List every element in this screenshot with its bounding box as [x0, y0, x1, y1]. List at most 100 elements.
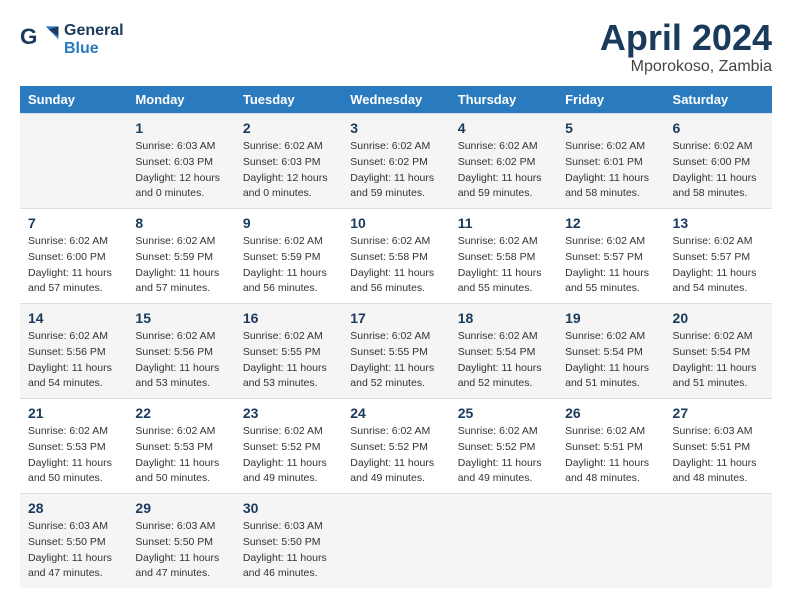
table-row: 3 Sunrise: 6:02 AMSunset: 6:02 PMDaylight…	[342, 114, 449, 209]
day-info: Sunrise: 6:02 AMSunset: 5:54 PMDaylight:…	[458, 329, 549, 392]
day-number: 23	[243, 405, 334, 421]
day-number: 12	[565, 215, 656, 231]
day-number: 18	[458, 310, 549, 326]
col-friday: Friday	[557, 86, 664, 114]
day-info: Sunrise: 6:02 AMSunset: 6:00 PMDaylight:…	[28, 234, 119, 297]
col-sunday: Sunday	[20, 86, 127, 114]
day-number: 30	[243, 500, 334, 516]
day-number: 1	[135, 120, 226, 136]
day-number: 13	[673, 215, 764, 231]
table-row: 29Sunrise: 6:03 AMSunset: 5:50 PMDayligh…	[127, 494, 234, 589]
day-number: 3	[350, 120, 441, 136]
day-number: 10	[350, 215, 441, 231]
day-number: 20	[673, 310, 764, 326]
calendar-week-row: 14 Sunrise: 6:02 AMSunset: 5:56 PMDayligh…	[20, 304, 772, 399]
day-number: 19	[565, 310, 656, 326]
col-monday: Monday	[127, 86, 234, 114]
day-number: 14	[28, 310, 119, 326]
day-info: Sunrise: 6:02 AMSunset: 6:03 PMDaylight:…	[243, 139, 334, 202]
table-row: 28Sunrise: 6:03 AMSunset: 5:50 PMDayligh…	[20, 494, 127, 589]
calendar-week-row: 7 Sunrise: 6:02 AMSunset: 6:00 PMDaylight…	[20, 209, 772, 304]
table-row	[665, 494, 772, 589]
table-row	[557, 494, 664, 589]
day-number: 25	[458, 405, 549, 421]
title-block: April 2024 Mporokoso, Zambia	[600, 20, 772, 76]
table-row: 17 Sunrise: 6:02 AMSunset: 5:55 PMDayligh…	[342, 304, 449, 399]
day-info: Sunrise: 6:02 AMSunset: 5:58 PMDaylight:…	[350, 234, 441, 297]
table-row: 12Sunrise: 6:02 AMSunset: 5:57 PMDayligh…	[557, 209, 664, 304]
col-tuesday: Tuesday	[235, 86, 342, 114]
table-row: 18 Sunrise: 6:02 AMSunset: 5:54 PMDayligh…	[450, 304, 557, 399]
table-row: 16Sunrise: 6:02 AMSunset: 5:55 PMDayligh…	[235, 304, 342, 399]
table-row: 6 Sunrise: 6:02 AMSunset: 6:00 PMDaylight…	[665, 114, 772, 209]
day-number: 22	[135, 405, 226, 421]
table-row: 23 Sunrise: 6:02 AMSunset: 5:52 PMDayligh…	[235, 399, 342, 494]
day-number: 7	[28, 215, 119, 231]
day-number: 17	[350, 310, 441, 326]
table-row: 9 Sunrise: 6:02 AMSunset: 5:59 PMDaylight…	[235, 209, 342, 304]
day-info: Sunrise: 6:02 AMSunset: 5:55 PMDaylight:…	[350, 329, 441, 392]
table-row	[450, 494, 557, 589]
table-row: 15Sunrise: 6:02 AMSunset: 5:56 PMDayligh…	[127, 304, 234, 399]
day-number: 9	[243, 215, 334, 231]
day-number: 11	[458, 215, 549, 231]
day-info: Sunrise: 6:02 AMSunset: 5:51 PMDaylight:…	[565, 424, 656, 487]
day-info: Sunrise: 6:02 AMSunset: 5:55 PMDaylight:…	[243, 329, 334, 392]
day-info: Sunrise: 6:02 AMSunset: 5:52 PMDaylight:…	[350, 424, 441, 487]
calendar-week-row: 1Sunrise: 6:03 AMSunset: 6:03 PMDaylight…	[20, 114, 772, 209]
svg-text:G: G	[20, 24, 37, 49]
day-info: Sunrise: 6:02 AMSunset: 6:00 PMDaylight:…	[673, 139, 764, 202]
day-info: Sunrise: 6:03 AMSunset: 5:50 PMDaylight:…	[135, 519, 226, 582]
table-row: 8Sunrise: 6:02 AMSunset: 5:59 PMDaylight…	[127, 209, 234, 304]
table-row: 11 Sunrise: 6:02 AMSunset: 5:58 PMDayligh…	[450, 209, 557, 304]
logo: G General Blue	[20, 20, 124, 60]
table-row: 14Sunrise: 6:02 AMSunset: 5:56 PMDayligh…	[20, 304, 127, 399]
location-text: Mporokoso, Zambia	[600, 58, 772, 76]
table-row: 24 Sunrise: 6:02 AMSunset: 5:52 PMDayligh…	[342, 399, 449, 494]
day-number: 28	[28, 500, 119, 516]
table-row: 13 Sunrise: 6:02 AMSunset: 5:57 PMDayligh…	[665, 209, 772, 304]
day-number: 24	[350, 405, 441, 421]
table-row: 21Sunrise: 6:02 AMSunset: 5:53 PMDayligh…	[20, 399, 127, 494]
logo-icon: G	[20, 20, 60, 60]
day-info: Sunrise: 6:02 AMSunset: 5:59 PMDaylight:…	[243, 234, 334, 297]
calendar-week-row: 28 Sunrise: 6:03 AMSunset: 5:50 PMDayligh…	[20, 494, 772, 589]
col-wednesday: Wednesday	[342, 86, 449, 114]
day-number: 6	[673, 120, 764, 136]
day-info: Sunrise: 6:02 AMSunset: 5:54 PMDaylight:…	[565, 329, 656, 392]
day-info: Sunrise: 6:02 AMSunset: 5:57 PMDaylight:…	[673, 234, 764, 297]
table-row: 19 Sunrise: 6:02 AMSunset: 5:54 PMDayligh…	[557, 304, 664, 399]
day-info: Sunrise: 6:03 AMSunset: 5:51 PMDaylight:…	[673, 424, 764, 487]
table-row: 22 Sunrise: 6:02 AMSunset: 5:53 PMDayligh…	[127, 399, 234, 494]
day-info: Sunrise: 6:02 AMSunset: 5:52 PMDaylight:…	[243, 424, 334, 487]
logo-blue: Blue	[64, 40, 124, 58]
table-row: 27 Sunrise: 6:03 AMSunset: 5:51 PMDayligh…	[665, 399, 772, 494]
day-info: Sunrise: 6:02 AMSunset: 6:02 PMDaylight:…	[350, 139, 441, 202]
day-number: 27	[673, 405, 764, 421]
calendar-table: Sunday Monday Tuesday Wednesday Thursday…	[20, 86, 772, 588]
day-number: 26	[565, 405, 656, 421]
calendar-week-row: 21Sunrise: 6:02 AMSunset: 5:53 PMDayligh…	[20, 399, 772, 494]
day-number: 5	[565, 120, 656, 136]
day-number: 4	[458, 120, 549, 136]
table-row: 25 Sunrise: 6:02 AMSunset: 5:52 PMDayligh…	[450, 399, 557, 494]
table-row: 30 Sunrise: 6:03 AMSunset: 5:50 PMDayligh…	[235, 494, 342, 589]
day-info: Sunrise: 6:02 AMSunset: 5:53 PMDaylight:…	[28, 424, 119, 487]
day-info: Sunrise: 6:03 AMSunset: 5:50 PMDaylight:…	[243, 519, 334, 582]
calendar-header-row: Sunday Monday Tuesday Wednesday Thursday…	[20, 86, 772, 114]
table-row	[20, 114, 127, 209]
logo-text: General Blue	[64, 22, 124, 57]
table-row	[342, 494, 449, 589]
table-row: 5Sunrise: 6:02 AMSunset: 6:01 PMDaylight…	[557, 114, 664, 209]
day-info: Sunrise: 6:02 AMSunset: 5:53 PMDaylight:…	[135, 424, 226, 487]
logo-general: General	[64, 22, 124, 40]
table-row: 26 Sunrise: 6:02 AMSunset: 5:51 PMDayligh…	[557, 399, 664, 494]
col-saturday: Saturday	[665, 86, 772, 114]
day-info: Sunrise: 6:02 AMSunset: 5:54 PMDaylight:…	[673, 329, 764, 392]
day-info: Sunrise: 6:02 AMSunset: 5:52 PMDaylight:…	[458, 424, 549, 487]
day-info: Sunrise: 6:02 AMSunset: 5:56 PMDaylight:…	[135, 329, 226, 392]
table-row: 2Sunrise: 6:02 AMSunset: 6:03 PMDaylight…	[235, 114, 342, 209]
day-info: Sunrise: 6:02 AMSunset: 5:58 PMDaylight:…	[458, 234, 549, 297]
month-title: April 2024	[600, 20, 772, 56]
table-row: 20 Sunrise: 6:02 AMSunset: 5:54 PMDayligh…	[665, 304, 772, 399]
